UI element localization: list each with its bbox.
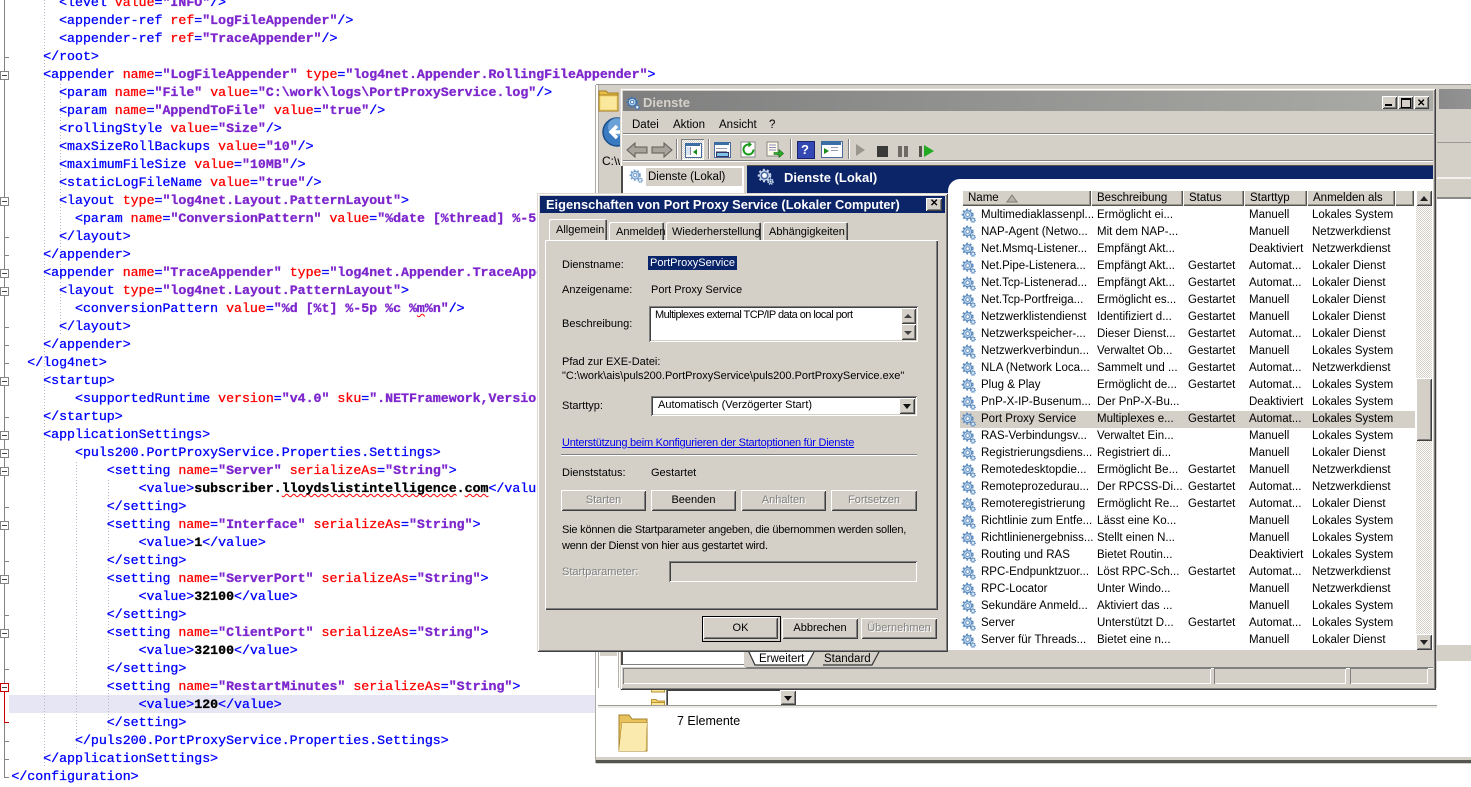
svg-text:Standard: Standard bbox=[824, 653, 871, 665]
svg-text:Erweitert: Erweitert bbox=[759, 653, 805, 665]
